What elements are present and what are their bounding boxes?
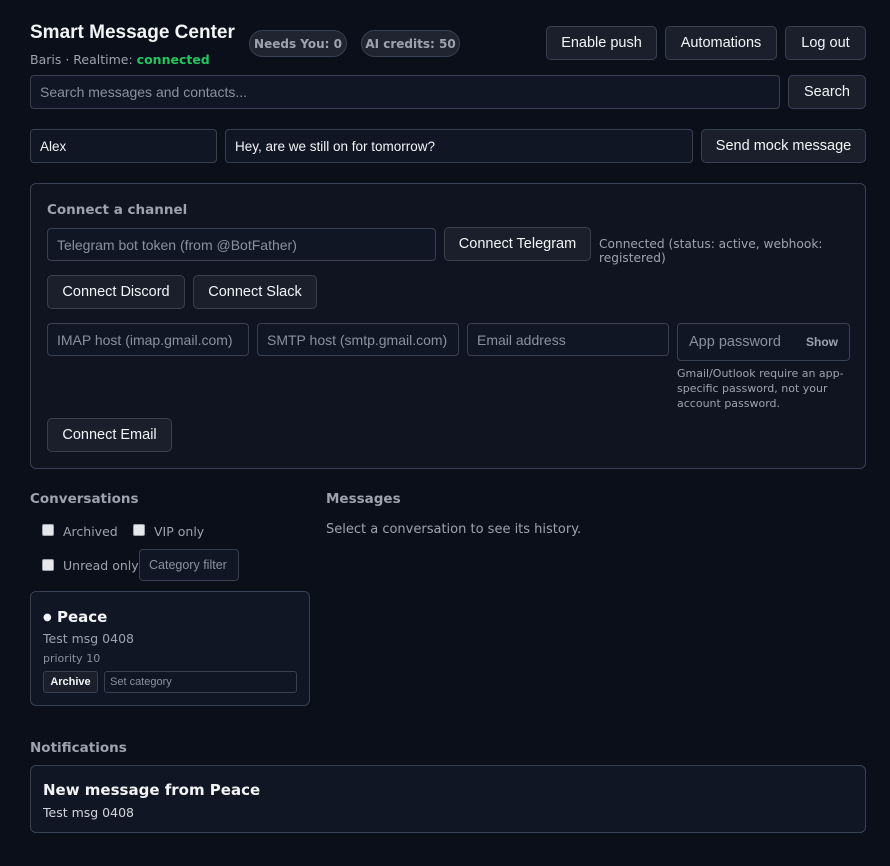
mock-message-input[interactable]: Hey, are we still on for tomorrow? — [225, 129, 693, 163]
password-hint: Gmail/Outlook require an app-specific pa… — [677, 367, 844, 410]
email-address-input[interactable]: Email address — [467, 323, 669, 356]
telegram-token-input[interactable]: Telegram bot token (from @BotFather) — [47, 228, 436, 261]
logout-button[interactable]: Log out — [785, 26, 866, 60]
archived-label: Archived — [63, 524, 118, 539]
vip-only-checkbox[interactable] — [133, 524, 145, 536]
user-name: Baris — [30, 52, 62, 67]
connect-discord-button[interactable]: Connect Discord — [47, 275, 185, 309]
show-password-button[interactable]: Show — [806, 335, 838, 349]
realtime-label: · Realtime: — [61, 52, 137, 67]
ai-credits-badge: AI credits: 50 — [361, 30, 460, 57]
imap-host-input[interactable]: IMAP host (imap.gmail.com) — [47, 323, 249, 356]
search-input[interactable]: Search messages and contacts... — [30, 75, 780, 109]
conversation-name: Peace — [56, 608, 108, 626]
app-title: Smart Message Center — [30, 22, 235, 43]
conversations-heading: Conversations — [30, 491, 139, 507]
connect-channel-heading: Connect a channel — [47, 202, 188, 218]
notification-title: New message from Peace — [43, 781, 261, 799]
realtime-status: connected — [136, 52, 210, 67]
set-category-input[interactable]: Set category — [104, 671, 297, 693]
messages-heading: Messages — [326, 491, 401, 507]
messages-empty-text: Select a conversation to see its history… — [326, 522, 582, 537]
connect-email-button[interactable]: Connect Email — [47, 418, 172, 452]
user-status-line: Baris · Realtime: connected — [30, 52, 210, 67]
conversation-preview: Test msg 0408 — [43, 631, 134, 646]
connect-telegram-button[interactable]: Connect Telegram — [444, 227, 591, 261]
category-filter-input[interactable]: Category filter — [139, 549, 239, 581]
notification-body: Test msg 0408 — [43, 805, 134, 820]
smtp-host-input[interactable]: SMTP host (smtp.gmail.com) — [257, 323, 459, 356]
unread-only-checkbox[interactable] — [42, 559, 54, 571]
vip-only-label: VIP only — [154, 524, 205, 539]
archived-checkbox[interactable] — [42, 524, 54, 536]
archive-button[interactable]: Archive — [43, 671, 98, 693]
unread-only-label: Unread only — [63, 558, 139, 573]
notification-card[interactable]: New message from Peace Test msg 0408 — [30, 765, 866, 833]
notifications-heading: Notifications — [30, 740, 127, 756]
telegram-status-text: Connected (status: active, webhook: regi… — [599, 237, 823, 265]
send-mock-message-button[interactable]: Send mock message — [701, 129, 866, 163]
connect-slack-button[interactable]: Connect Slack — [193, 275, 317, 309]
mock-name-input[interactable]: Alex — [30, 129, 217, 163]
app-password-input[interactable]: App password Show — [677, 323, 850, 361]
enable-push-button[interactable]: Enable push — [546, 26, 657, 60]
automations-button[interactable]: Automations — [665, 26, 777, 60]
unread-dot-icon: ● — [43, 612, 52, 623]
conversation-priority: priority 10 — [43, 652, 101, 665]
needs-you-badge: Needs You: 0 — [249, 30, 347, 57]
search-button[interactable]: Search — [788, 75, 866, 109]
app-password-placeholder: App password — [689, 334, 781, 350]
conversation-card[interactable]: ● Peace Test msg 0408 priority 10 Archiv… — [30, 591, 310, 706]
conversation-title: ● Peace — [43, 608, 107, 626]
